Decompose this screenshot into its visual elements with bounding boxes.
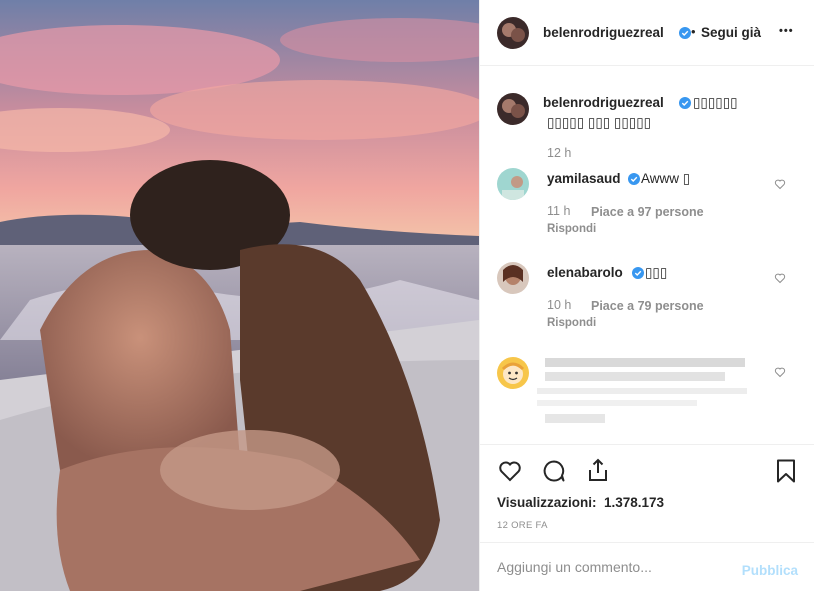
separator-dot: • [691,24,696,39]
like-heart-icon[interactable] [497,458,523,484]
reply-button[interactable]: Rispondi [547,317,596,329]
verified-icon [628,173,640,185]
caption-username[interactable]: belenrodriguezreal [543,95,664,110]
like-comment-heart-icon[interactable] [774,178,786,190]
like-comment-heart-icon[interactable] [774,366,786,378]
comment-username[interactable]: yamilasaud [547,171,621,186]
views-count[interactable]: 1.378.173 [604,495,664,510]
caption-text-line2: ▯▯▯▯▯ ▯▯▯ ▯▯▯▯▯ [547,115,652,130]
publish-button[interactable]: Pubblica [742,563,798,578]
like-comment-heart-icon[interactable] [774,272,786,284]
share-icon[interactable] [585,457,611,483]
follow-button[interactable]: Segui già [701,25,761,40]
reply-button[interactable]: Rispondi [547,223,596,235]
post-actions: Visualizzazioni: 1.378.173 12 ORE FA [480,444,814,542]
comment-time[interactable]: 11 h [547,204,570,218]
author-username[interactable]: belenrodriguezreal [543,25,664,40]
comment-text: ▯▯▯ [645,265,668,280]
add-comment-bar: Pubblica [480,542,814,591]
video-frame-image [0,0,479,591]
comment-bubble-icon[interactable] [541,458,567,484]
commenter-avatar[interactable] [497,168,529,200]
post-timestamp[interactable]: 12 ORE FA [497,520,548,531]
comment-likes[interactable]: Piace a 79 persone [591,299,704,313]
comment-username[interactable]: elenabarolo [547,265,623,280]
save-bookmark-icon[interactable] [773,458,799,484]
comment-likes[interactable]: Piace a 97 persone [591,205,704,219]
caption-avatar[interactable] [497,93,529,125]
caption-time[interactable]: 12 h [547,146,571,160]
author-avatar[interactable] [497,17,529,49]
commenter-avatar[interactable] [497,357,529,389]
comment-input[interactable] [497,555,727,579]
post-side-panel: belenrodriguezreal • Segui già ••• belen… [479,0,814,591]
instagram-post: belenrodriguezreal • Segui già ••• belen… [0,0,814,591]
post-header: belenrodriguezreal • Segui già ••• [480,0,814,66]
views-label: Visualizzazioni: [497,495,597,510]
obscured-comment-text [537,358,747,423]
verified-icon [632,267,644,279]
comment-time[interactable]: 10 h [547,298,571,312]
commenter-avatar[interactable] [497,262,529,294]
verified-icon [679,97,691,109]
caption-text-line1: ▯▯▯▯▯▯ [693,95,738,110]
more-options-icon[interactable]: ••• [779,25,794,37]
post-video[interactable] [0,0,479,591]
verified-icon [679,27,691,39]
comment-text: Awww ▯ [641,171,691,186]
